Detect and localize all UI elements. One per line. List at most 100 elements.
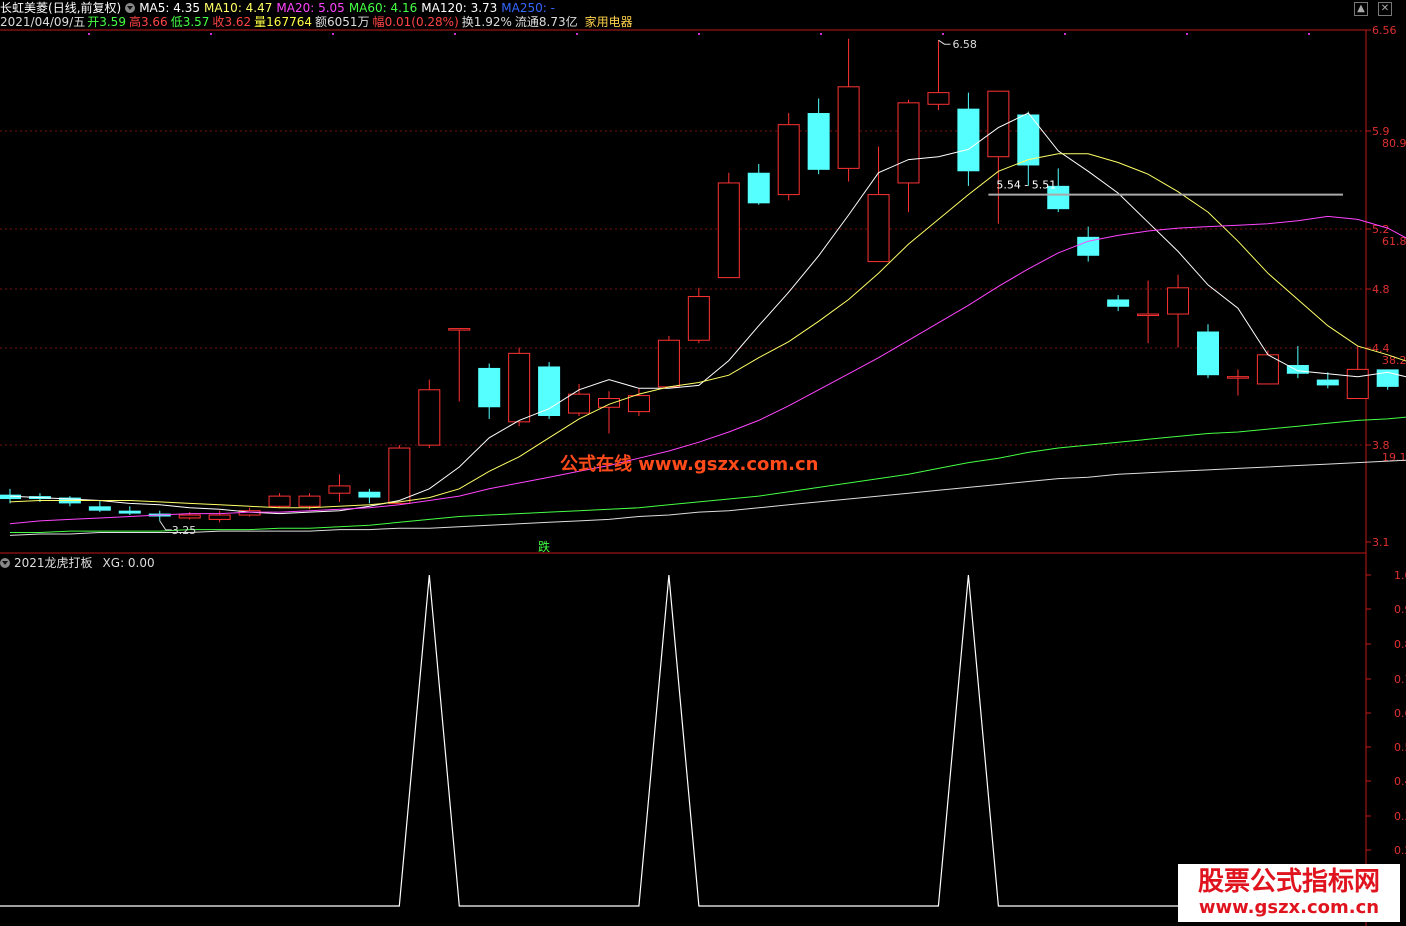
candle: [987, 90, 1010, 224]
candle-body: [478, 367, 501, 408]
candle-body: [568, 393, 591, 414]
indicator-tick-label: 0.9: [1394, 603, 1406, 616]
minimize-icon[interactable]: ▲: [1354, 2, 1368, 16]
candle-body: [837, 86, 860, 169]
candle: [747, 164, 770, 205]
candle: [867, 146, 890, 263]
candle-body: [927, 92, 950, 105]
quote-label: 收: [212, 15, 225, 29]
candle: [837, 38, 860, 182]
high-marker: [938, 39, 951, 45]
candle-body: [268, 495, 291, 507]
center-watermark: 公式在线 www.gszx.com.cn: [560, 453, 818, 475]
close-icon[interactable]: ✕: [1378, 2, 1392, 16]
marker-dot: [820, 33, 822, 35]
candle-body: [657, 339, 680, 388]
candle-body: [118, 510, 141, 514]
candle: [1197, 324, 1219, 379]
candle: [598, 391, 620, 434]
candle-body: [867, 194, 890, 263]
quote-item: 收3.62: [212, 15, 251, 29]
candle: [657, 335, 680, 388]
quote-label: 换: [461, 15, 474, 29]
candle-body: [298, 495, 321, 507]
percent-tick-label: 61.8: [1382, 235, 1406, 248]
candle: [1256, 350, 1279, 385]
quote-label: 高: [128, 15, 141, 29]
candle-body: [508, 352, 531, 423]
marker-dot: [1308, 33, 1310, 35]
settings-dropdown-icon[interactable]: [125, 3, 136, 13]
ma-legend-item: MA20: 5.05: [276, 1, 345, 15]
percent-tick-label: 19.1: [1382, 451, 1406, 464]
period-mode[interactable]: (日线,前复权): [48, 1, 121, 15]
corner-watermark-url: www.gszx.com.cn: [1198, 897, 1380, 918]
indicator-header: 2021龙虎打板 XG: 0.00: [0, 555, 159, 571]
indicator-dropdown-icon[interactable]: [0, 558, 10, 568]
candle: [717, 172, 740, 279]
candle-body: [1167, 287, 1190, 315]
quote-value: 6051万: [327, 15, 370, 29]
price-tick-label: 3.1: [1372, 536, 1390, 549]
quote-value: 167764: [266, 15, 312, 29]
indicator-value: XG: 0.00: [102, 556, 155, 570]
ma-legend-item: MA250: -: [501, 1, 555, 15]
candle: [1226, 369, 1249, 396]
quote-value: 8.73亿: [538, 15, 578, 29]
xg-signal-line: [0, 574, 1366, 907]
quote-label: 额: [314, 15, 327, 29]
candle-body: [1316, 379, 1339, 386]
candle-body: [178, 514, 201, 519]
quote-value: 3.62: [224, 15, 252, 29]
percent-tick-label: 80.9: [1382, 137, 1406, 150]
candle: [208, 510, 231, 523]
corner-watermark: 股票公式指标网 www.gszx.com.cn: [1178, 864, 1400, 922]
quote-item: 换1.92%: [462, 15, 512, 29]
marker-dot: [942, 33, 944, 35]
marker-dot: [210, 33, 212, 35]
ma-legend: MA5: 4.35 MA10: 4.47 MA20: 5.05 MA60: 4.16 M…: [139, 1, 559, 15]
price-tick-label: 6.56: [1372, 24, 1397, 37]
quote-date: 2021/04/09/五: [0, 15, 86, 29]
ma-legend-item: MA5: 4.35: [139, 1, 200, 15]
quote-value: 1.92%: [473, 15, 512, 29]
ma-legend-item: MA120: 3.73: [421, 1, 498, 15]
candle-body: [208, 514, 231, 520]
stock-name[interactable]: 长虹美菱: [0, 1, 48, 15]
candle: [478, 363, 501, 419]
quote-value: 0.01(0.28%): [384, 15, 459, 29]
candle-body: [717, 182, 740, 279]
candle-body: [88, 506, 111, 511]
candle-body: [747, 172, 770, 204]
quote-label: 量: [254, 15, 267, 29]
candle-body: [627, 395, 650, 413]
marker-dot: [332, 33, 334, 35]
quote-header: 2021/04/09/五 开3.59 高3.66 低3.57 收3.62 量167764 额…: [0, 14, 637, 30]
candle: [58, 496, 81, 507]
ma-legend-item: MA60: 4.16: [348, 1, 418, 15]
quote-item: 幅0.01(0.28%): [373, 15, 459, 29]
indicator-tick-label: 0.5: [1394, 741, 1406, 754]
candle: [1286, 346, 1309, 379]
candle-body: [328, 485, 351, 494]
marker-dot: [698, 33, 700, 35]
marker-dot: [1064, 33, 1066, 35]
quote-values: 开3.59 高3.66 低3.57 收3.62 量167764 额6051万 幅0.01(0…: [87, 15, 580, 29]
candle-body: [598, 398, 620, 408]
candle: [777, 113, 800, 201]
quote-label: 幅: [372, 15, 385, 29]
signal-label: 跌: [538, 539, 550, 554]
quote-label: 低: [170, 15, 183, 29]
stock-chart[interactable]: 6.565.95.24.84.43.83.180.961.838.219.15.…: [0, 0, 1406, 926]
indicator-tick-label: 0.2: [1394, 844, 1406, 857]
marker-dot: [88, 33, 90, 35]
candle-body: [807, 113, 830, 170]
industry-label[interactable]: 家用电器: [585, 15, 633, 29]
level-line-label: 5.54 - 5.51: [996, 179, 1056, 192]
candle: [538, 362, 561, 419]
candle: [358, 488, 381, 504]
indicator-name[interactable]: 2021龙虎打板: [14, 556, 93, 570]
indicator-tick-label: 0.7: [1394, 673, 1406, 686]
marker-dot: [454, 33, 456, 35]
quote-value: 3.59: [99, 15, 126, 29]
